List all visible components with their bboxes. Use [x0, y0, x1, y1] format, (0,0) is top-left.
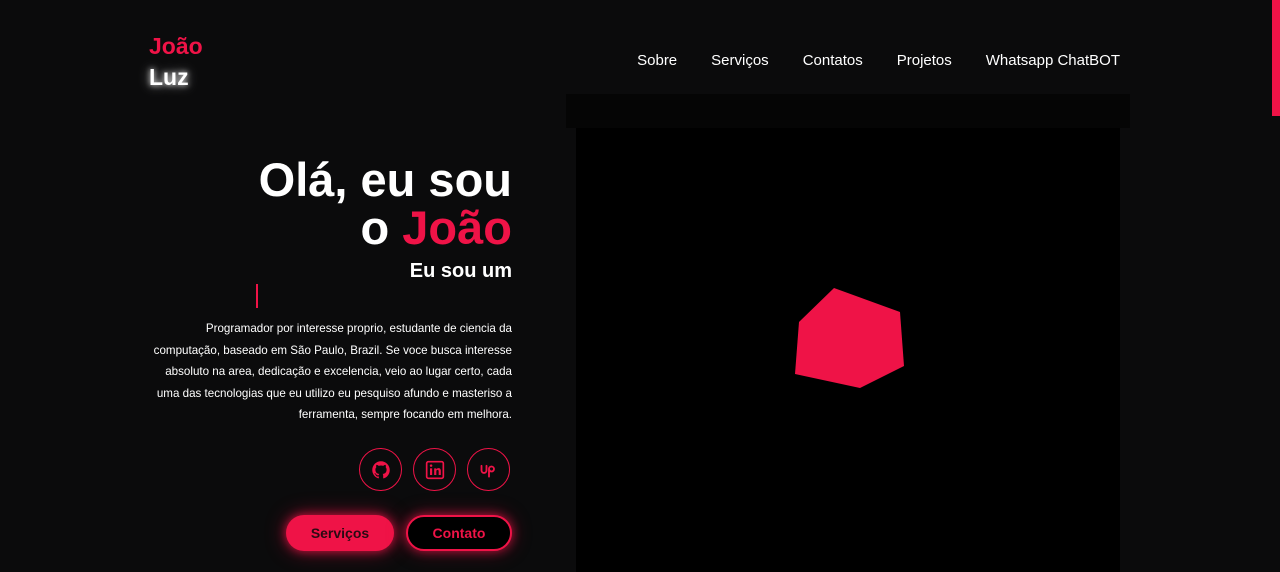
logo-first-name: João: [149, 33, 203, 59]
logo[interactable]: João Luz: [149, 32, 203, 94]
nav-item-projetos[interactable]: Projetos: [897, 51, 952, 71]
hero-bio: Programador por interesse proprio, estud…: [153, 322, 512, 421]
hero-name: João: [402, 201, 512, 254]
logo-last-name: Luz: [149, 64, 189, 90]
nav-item-contatos[interactable]: Contatos: [803, 51, 863, 71]
upwork-icon: [480, 464, 495, 478]
social-links: [359, 448, 510, 491]
canvas-top-shadow: [566, 94, 1130, 128]
linkedin-link[interactable]: [413, 448, 456, 491]
hero-title-prefix: o: [360, 201, 403, 254]
github-link[interactable]: [359, 448, 402, 491]
nav-item-sobre[interactable]: Sobre: [637, 51, 677, 71]
3d-cube: [795, 288, 904, 388]
nav-item-whatsapp-chatbot[interactable]: Whatsapp ChatBOT: [986, 51, 1120, 71]
main-nav: Sobre Serviços Contatos Projetos Whatsap…: [637, 51, 1120, 71]
linkedin-icon: [425, 460, 444, 479]
services-button[interactable]: Serviços: [286, 515, 394, 551]
nav-item-servicos[interactable]: Serviços: [711, 51, 769, 71]
scroll-progress-bar[interactable]: [1272, 0, 1280, 116]
hero-subtitle: Eu sou um: [409, 260, 512, 282]
hero-title-line2: o João: [150, 204, 512, 252]
contact-button[interactable]: Contato: [406, 515, 512, 551]
hero-title-line1: Olá, eu sou: [258, 153, 512, 206]
typing-caret: [256, 284, 258, 308]
github-icon: [371, 460, 390, 478]
upwork-link[interactable]: [467, 448, 510, 491]
